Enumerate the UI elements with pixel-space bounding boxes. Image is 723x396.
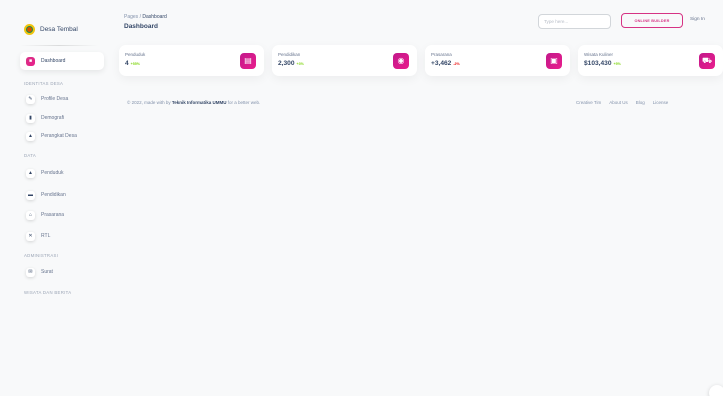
sign-in-link[interactable]: Sign In [690,17,705,22]
sidebar-item-label: Pendidikan [41,192,66,198]
section-label-wisata: WISATA DAN BERITA [24,290,72,295]
dashboard-icon: ■ [26,56,35,66]
sidebar-item-rtl[interactable]: ✕ RTL [20,228,104,244]
stat-card-title: Pendidikan [278,52,301,57]
stat-card-wisata-kuliner: Wisata Kuliner $103,430 +5% ⛟ [578,45,723,76]
people-icon: ▲ [26,168,35,178]
stat-card-title: Prasarana [431,52,452,57]
footer-links: Creative Tim About Us Blog License [576,100,668,105]
sidebar-item-surat[interactable]: ✉ Surat [20,264,104,280]
sidebar-item-label: Prasarana [41,212,65,218]
stat-card-penduduk: Penduduk 4 +55% ▤ [119,45,264,76]
sidebar-item-dashboard[interactable]: ■ Dashboard [20,52,104,70]
sidebar-item-label: Demografi [41,115,65,121]
chart-icon: ▮ [26,113,35,123]
stat-card-title: Wisata Kuliner [584,52,614,57]
sidebar-item-label: Perangkat Desa [41,133,77,139]
cart-icon: ⛟ [699,53,715,69]
sidebar-item-label: Surat [41,269,53,275]
page-title: Dashboard [124,23,158,30]
dashboard-app: Desa Tembal ■ Dashboard IDENTITAS DESA ✎… [0,0,723,396]
stat-card-value: +3,462 -2% [431,60,460,67]
breadcrumb-current: Dashboard [142,14,167,20]
sidebar-divider [20,45,98,46]
stat-card-value: 2,300 +3% [278,60,304,67]
tools-icon: ✕ [26,231,35,241]
village-logo-icon [24,24,35,35]
sidebar-item-perangkat-desa[interactable]: ▲ Perangkat Desa [20,128,104,144]
wallet-icon: ▤ [240,53,256,69]
sidebar-item-label: Penduduk [41,170,64,176]
sidebar-item-prasarana[interactable]: ⌂ Prasarana [20,207,104,223]
brand-name: Desa Tembal [40,26,78,33]
search-input[interactable] [538,14,611,29]
stat-card-pendidikan: Pendidikan 2,300 +3% ◉ [272,45,417,76]
mail-icon: ✉ [26,267,35,277]
breadcrumb-separator: / [139,14,141,20]
sidebar-item-label: Profile Desa [41,96,69,102]
footer-link-creative-tim[interactable]: Creative Tim [576,100,601,105]
stat-card-value: 4 +55% [125,60,140,67]
stat-card-change: +3% [296,62,304,66]
section-label-data: DATA [24,153,37,158]
sidebar: Desa Tembal ■ Dashboard IDENTITAS DESA ✎… [0,0,112,396]
sidebar-item-pendidikan[interactable]: ▬ Pendidikan [20,187,104,203]
building-icon: ⌂ [26,210,35,220]
breadcrumb-root[interactable]: Pages [124,14,138,20]
globe-icon: ◉ [393,53,409,69]
stat-card-title: Penduduk [125,52,146,57]
stat-card-value: $103,430 +5% [584,60,621,67]
footer-link-blog[interactable]: Blog [636,100,645,105]
stat-card-change: +5% [613,62,621,66]
section-label-administrasi: ADMINISTRASI [24,253,59,258]
footer-copyright: © 2022, made with by Teknik Informatika … [127,100,261,105]
breadcrumb: Pages / Dashboard [124,14,167,20]
settings-fab[interactable] [709,385,723,396]
sidebar-item-profile-desa[interactable]: ✎ Profile Desa [20,91,104,107]
pencil-icon: ✎ [26,94,35,104]
stat-card-change: +55% [130,62,140,66]
brand-link[interactable]: Desa Tembal [24,24,78,35]
sidebar-item-label: Dashboard [41,58,66,64]
footer-link-license[interactable]: License [653,100,669,105]
footer-author-link[interactable]: Teknik Informatika UMMU [172,100,227,105]
users-icon: ▲ [26,131,35,141]
online-builder-button[interactable]: ONLINE BUILDER [621,13,683,28]
stat-card-prasarana: Prasarana +3,462 -2% ▣ [425,45,570,76]
document-icon: ▣ [546,53,562,69]
stat-card-change: -2% [453,62,460,66]
book-icon: ▬ [26,190,35,200]
section-label-identitas: IDENTITAS DESA [24,81,64,86]
sidebar-item-penduduk[interactable]: ▲ Penduduk [20,165,104,181]
sidebar-item-demografi[interactable]: ▮ Demografi [20,110,104,126]
footer-link-about-us[interactable]: About Us [609,100,628,105]
sidebar-item-label: RTL [41,233,51,239]
